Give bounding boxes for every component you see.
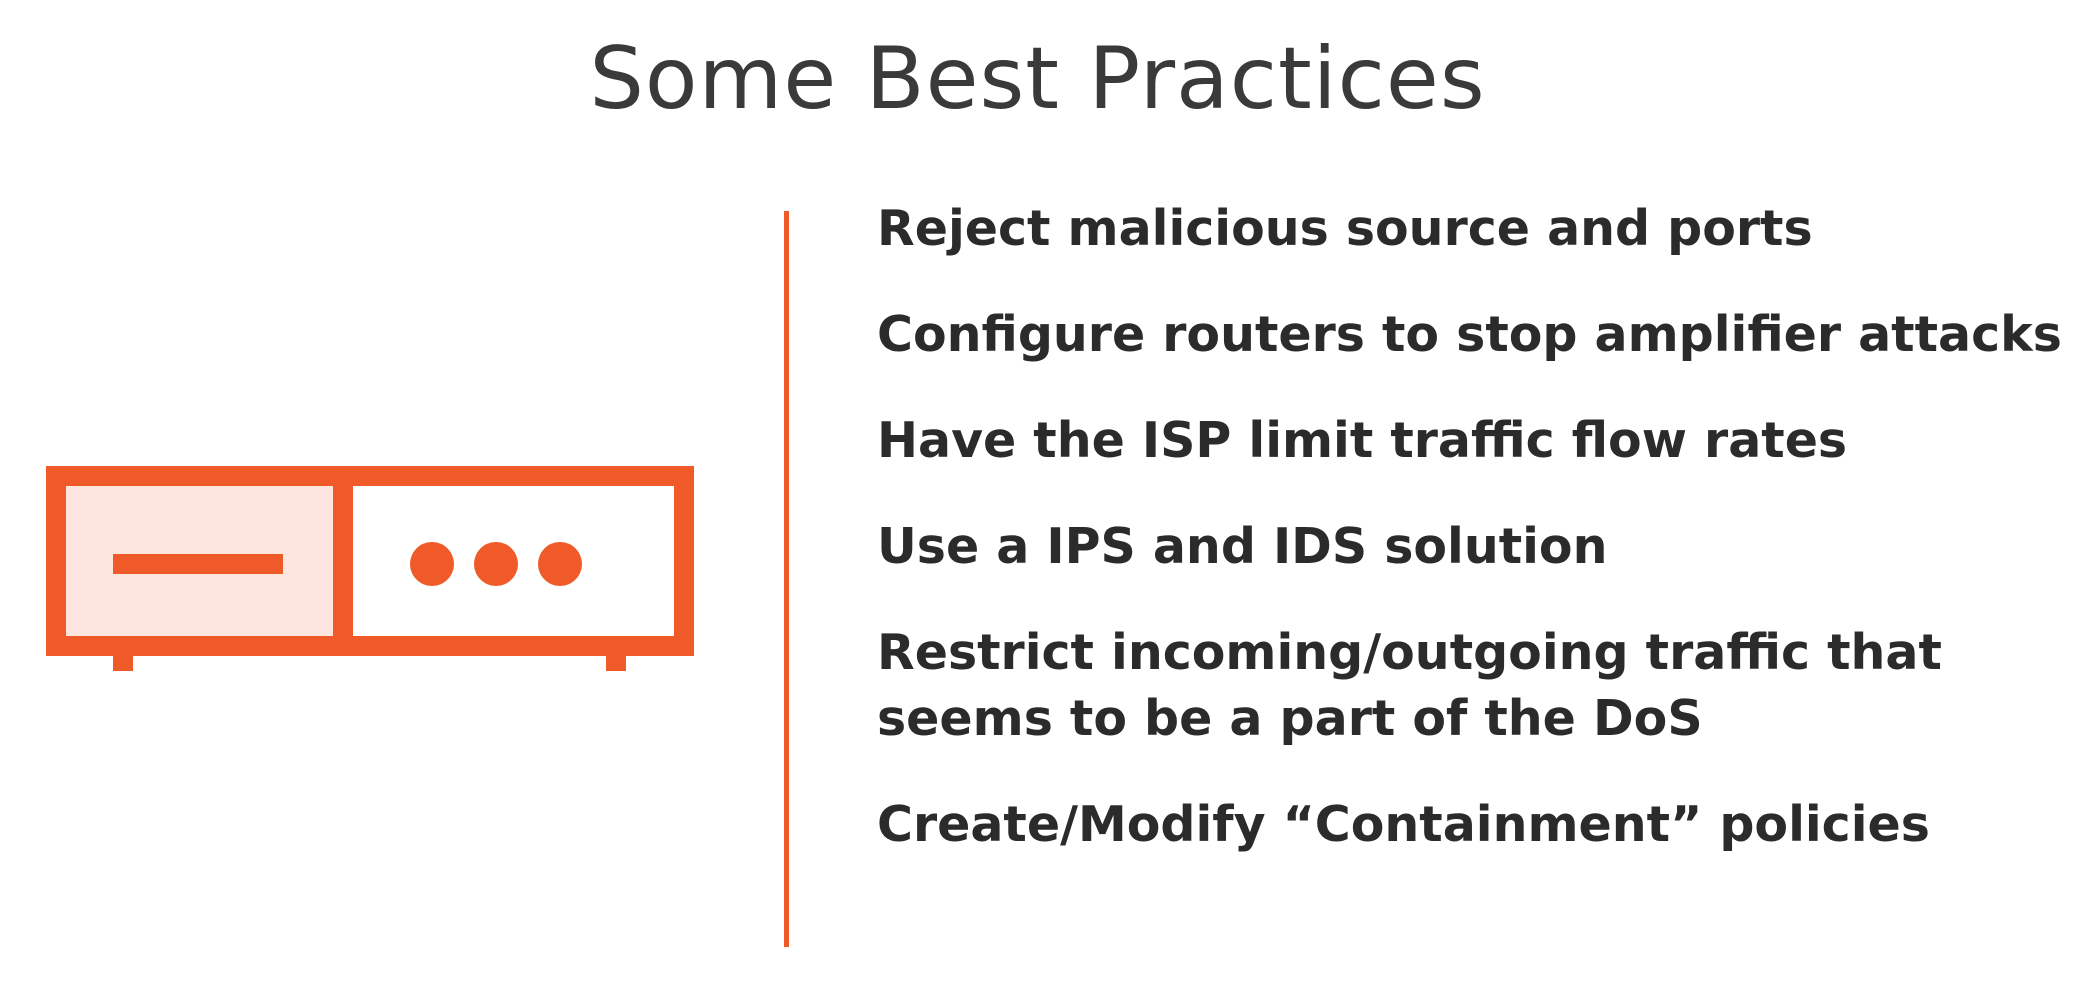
practice-item: Restrict incoming/outgoing traffic that …	[877, 624, 1942, 747]
practice-item: Have the ISP limit traffic flow rates	[877, 412, 1848, 469]
router-foot-right	[606, 646, 626, 671]
router-led-icon	[538, 542, 582, 586]
router-led-icon	[474, 542, 518, 586]
slide-title: Some Best Practices	[589, 29, 1486, 129]
router-slot-icon	[113, 554, 283, 574]
practice-item: Reject malicious source and ports	[877, 200, 1813, 257]
router-led-icon	[410, 542, 454, 586]
vertical-divider	[784, 211, 789, 947]
practice-item: Use a IPS and IDS solution	[877, 518, 1608, 575]
practice-item: Create/Modify “Containment” policies	[877, 796, 1930, 853]
router-foot-left	[113, 646, 133, 671]
practice-list: Reject malicious source and ports Config…	[877, 196, 2062, 898]
router-icon	[46, 466, 694, 671]
practice-item: Configure routers to stop amplifier atta…	[877, 306, 2062, 363]
router-divider	[333, 476, 353, 646]
